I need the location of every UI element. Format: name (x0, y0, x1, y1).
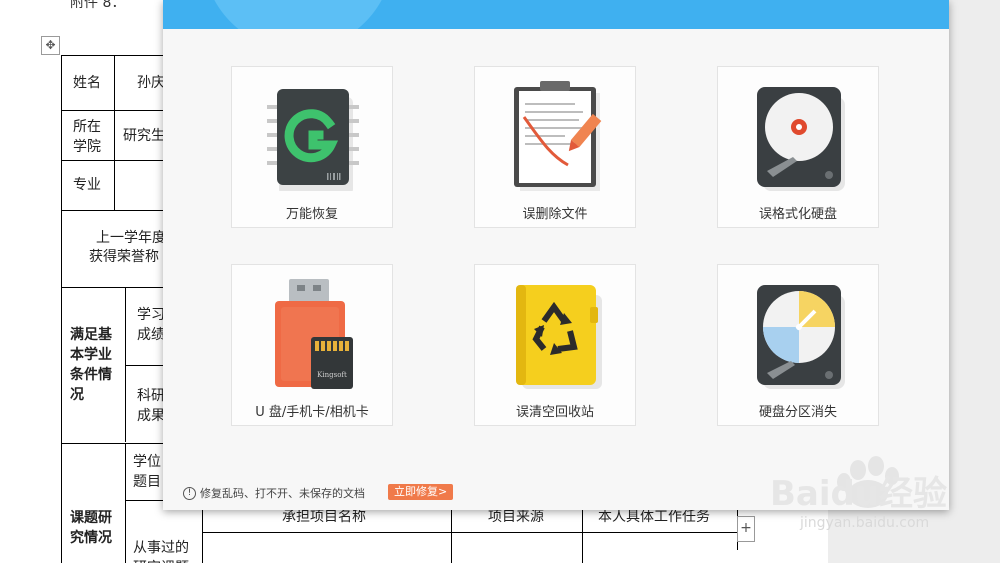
tile-formatted-disk[interactable]: 误格式化硬盘 (717, 66, 879, 228)
tile-lost-partition[interactable]: 硬盘分区消失 (717, 264, 879, 426)
col-task: 本人具体工作任务 (598, 509, 710, 525)
table-move-handle-icon[interactable]: ✥ (41, 36, 60, 55)
doc-header: 附件 8： (70, 0, 126, 11)
tile-usb-cards[interactable]: Kingsoft U 盘/手机卡/相机卡 (231, 264, 393, 426)
table-line (202, 532, 737, 533)
tile-recycle-bin[interactable]: 误清空回收站 (474, 264, 636, 426)
tile-label: U 盘/手机卡/相机卡 (255, 405, 369, 420)
table-line (125, 443, 126, 563)
tile-label: 万能恢复 (285, 207, 338, 222)
watermark-brand: Baidu经验 (770, 474, 947, 514)
table-line (61, 55, 171, 56)
tile-label: 误格式化硬盘 (758, 207, 837, 222)
deleted-file-clipboard-icon (514, 81, 602, 191)
recycle-bin-folder-icon (516, 285, 602, 389)
table-line (61, 210, 171, 211)
honor-label-line2: 获得荣誉称 (89, 249, 159, 265)
table-line (114, 55, 115, 210)
table-line (61, 55, 62, 563)
formatted-harddisk-icon (757, 87, 845, 191)
tile-label: 误清空回收站 (515, 405, 594, 420)
svg-text:Kingsoft: Kingsoft (317, 371, 347, 379)
section-basic-conditions: 满足基本学业条件情况 (70, 327, 112, 403)
col-project-source: 项目来源 (488, 509, 544, 525)
lost-partition-disk-icon (757, 285, 845, 389)
study-label: 学习成绩 (137, 307, 165, 343)
college-label: 所在学院 (73, 119, 101, 155)
watermark-url: jingyan.baidu.com (800, 515, 930, 531)
fix-now-button[interactable]: 立即修复> (388, 484, 454, 500)
project-label: 从事过的研究课题 (133, 540, 189, 563)
table-line (61, 160, 171, 161)
research-label: 科研成果 (137, 388, 165, 424)
name-label: 姓名 (73, 75, 101, 91)
section-topic-research: 课题研究情况 (70, 510, 112, 546)
footer-tip-text: 修复乱码、打不开、未保存的文档 (200, 487, 365, 500)
tile-universal-recovery[interactable]: 万能恢复 (231, 66, 393, 228)
col-project-name: 承担项目名称 (282, 509, 366, 525)
table-line (61, 287, 171, 288)
table-line (61, 443, 171, 444)
table-line (61, 110, 171, 111)
baidu-paw-logo: Baidu经验 (770, 456, 947, 514)
college-value: 研究生 (123, 128, 165, 144)
tile-deleted-files[interactable]: 误删除文件 (474, 66, 636, 228)
title-bar-decoration (203, 0, 393, 29)
recovery-dialog: 万能恢复 误删除文件 误格式化硬盘 Kingsoft U 盘/手机卡/相机卡 误… (163, 0, 949, 510)
tile-label: 误删除文件 (522, 207, 588, 222)
add-row-button[interactable]: + (737, 516, 755, 542)
name-value: 孙庆 (137, 75, 165, 91)
honor-label-line1: 上一学年度 (96, 230, 166, 246)
tile-label: 硬盘分区消失 (758, 405, 837, 420)
dialog-title-bar[interactable] (163, 0, 949, 29)
footer-tip: ! 修复乱码、打不开、未保存的文档 (183, 485, 365, 501)
degree-label: 学位题目 (133, 454, 161, 490)
info-icon: ! (183, 486, 196, 500)
universal-recovery-chip-icon (267, 89, 359, 191)
major-label: 专业 (73, 177, 101, 193)
usb-sdcard-icon: Kingsoft (275, 279, 353, 389)
